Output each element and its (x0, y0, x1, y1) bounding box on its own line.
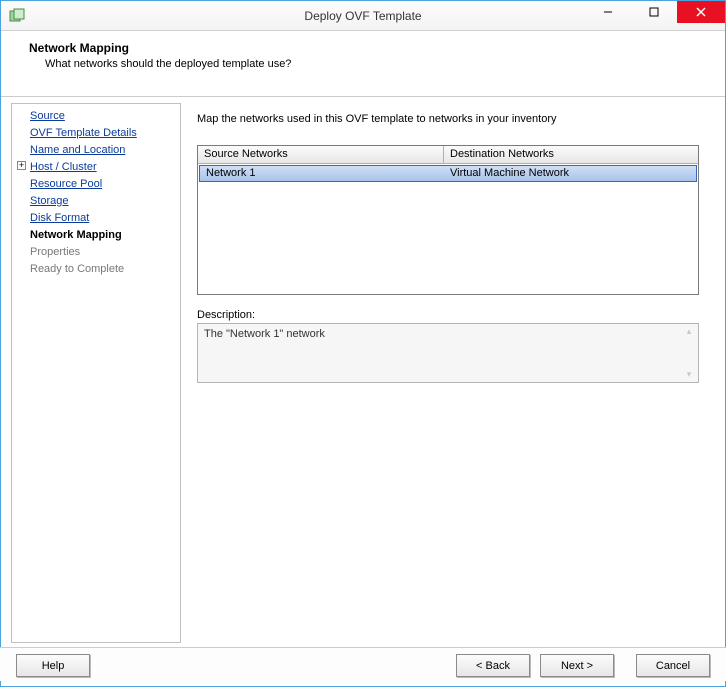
nav-resource-pool[interactable]: Resource Pool (18, 176, 174, 193)
next-button[interactable]: Next > (540, 654, 614, 677)
back-button[interactable]: < Back (456, 654, 530, 677)
nav-ovf-template-details[interactable]: OVF Template Details (18, 125, 174, 142)
help-button[interactable]: Help (16, 654, 90, 677)
page-subtitle: What networks should the deployed templa… (45, 58, 725, 70)
scroll-hints: ▴ ▾ (682, 326, 696, 380)
nav-storage[interactable]: Storage (18, 193, 174, 210)
nav-name-and-location[interactable]: Name and Location (18, 142, 174, 159)
instruction-text: Map the networks used in this OVF templa… (197, 113, 699, 125)
wizard-nav: Source OVF Template Details Name and Loc… (11, 103, 181, 643)
nav-host-cluster-label: Host / Cluster (30, 161, 97, 173)
wizard-header: Network Mapping What networks should the… (1, 31, 725, 97)
network-mapping-table: Source Networks Destination Networks Net… (197, 145, 699, 295)
page-title: Network Mapping (29, 41, 725, 55)
nav-ready-to-complete: Ready to Complete (18, 261, 174, 278)
description-text: The "Network 1" network (204, 328, 325, 340)
description-box: The "Network 1" network ▴ ▾ (197, 323, 699, 383)
app-icon (9, 8, 25, 24)
nav-host-cluster[interactable]: + Host / Cluster (18, 159, 174, 176)
close-button[interactable] (677, 1, 725, 23)
nav-disk-format[interactable]: Disk Format (18, 210, 174, 227)
cell-destination-network[interactable]: Virtual Machine Network (444, 166, 696, 181)
nav-network-mapping: Network Mapping (18, 227, 174, 244)
cell-source-network: Network 1 (200, 166, 444, 181)
main-panel: Map the networks used in this OVF templa… (181, 103, 715, 643)
col-destination-networks[interactable]: Destination Networks (444, 146, 698, 163)
titlebar: Deploy OVF Template (1, 1, 725, 31)
minimize-button[interactable] (585, 1, 631, 23)
nav-properties: Properties (18, 244, 174, 261)
scroll-up-icon[interactable]: ▴ (682, 326, 696, 337)
col-source-networks[interactable]: Source Networks (198, 146, 444, 163)
description-label: Description: (197, 309, 699, 321)
expand-icon[interactable]: + (17, 161, 26, 170)
window-controls (585, 1, 725, 23)
scroll-down-icon[interactable]: ▾ (682, 369, 696, 380)
window-title: Deploy OVF Template (304, 9, 421, 23)
table-header: Source Networks Destination Networks (198, 146, 698, 164)
table-row[interactable]: Network 1 Virtual Machine Network (199, 165, 697, 182)
cancel-button[interactable]: Cancel (636, 654, 710, 677)
wizard-footer: Help < Back Next > Cancel (0, 647, 726, 681)
nav-source[interactable]: Source (18, 108, 174, 125)
maximize-button[interactable] (631, 1, 677, 23)
